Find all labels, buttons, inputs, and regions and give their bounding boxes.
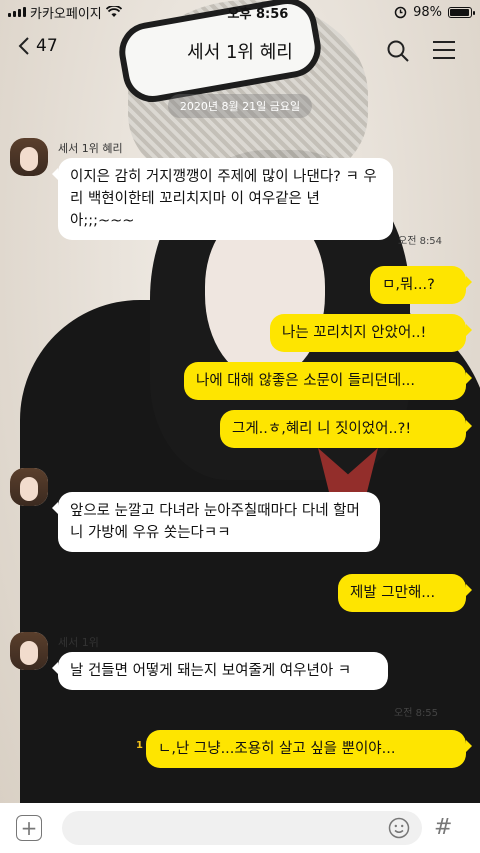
search-icon[interactable]: [385, 38, 411, 64]
wifi-icon: [105, 6, 122, 17]
hash-icon[interactable]: #: [434, 815, 452, 840]
status-right: 98%: [394, 4, 475, 20]
battery-fill: [449, 8, 469, 16]
message-input[interactable]: [62, 811, 422, 845]
message-bubble-outgoing[interactable]: ㄴ,난 그냥...조용히 살고 싶을 뿐이야...: [146, 730, 472, 768]
carrier-label: 카카오페이지: [30, 6, 102, 22]
battery-icon: [447, 6, 475, 18]
status-left: 카카오페이지: [8, 3, 122, 22]
signal-icon: [8, 7, 26, 17]
message-bubble-outgoing[interactable]: 나는 꼬리치지 안았어..!: [270, 314, 472, 352]
message-bubble-outgoing[interactable]: 제발 그만해...: [338, 574, 472, 612]
message-bubble-incoming[interactable]: 이지은 감히 거지깽깽이 주제에 많이 나댄다? ㅋ 우리 백현이한테 꼬리치지…: [52, 158, 393, 240]
unread-indicator: 1: [136, 740, 143, 751]
chat-header: 47 세서 1위 혜리: [0, 26, 480, 76]
message-bubble-outgoing[interactable]: 나에 대해 않좋은 소문이 들리던데...: [184, 362, 472, 400]
alarm-icon: [394, 6, 407, 18]
date-divider: 2020년 8월 21일 금요일: [167, 94, 313, 118]
sender-avatar[interactable]: [10, 632, 48, 670]
input-bar: + #: [0, 803, 480, 853]
battery-percent: 98%: [413, 4, 442, 20]
message-bubble-incoming[interactable]: 날 건들면 어떻게 돼는지 보여줄게 여우년아 ㅋ: [52, 652, 388, 690]
message-bubble-incoming[interactable]: 앞으로 눈깔고 다녀라 눈아주칠때마다 다네 할머니 가방에 우유 쏫는다ㅋㅋ: [52, 492, 380, 552]
message-time: 오전 8:54: [398, 236, 443, 247]
emoji-icon[interactable]: [388, 817, 410, 839]
status-time: 오후 8:56: [227, 6, 289, 22]
status-bar: 카카오페이지 오후 8:56 98%: [0, 0, 480, 24]
message-time: 오전 8:55: [394, 708, 439, 719]
message-bubble-outgoing[interactable]: 그게..ㅎ,혜리 니 짓이었어..?!: [220, 410, 472, 448]
plus-icon[interactable]: +: [16, 815, 42, 841]
sender-name: 세서 1위: [58, 636, 99, 649]
sender-name: 세서 1위 혜리: [58, 142, 123, 155]
menu-icon[interactable]: [432, 40, 456, 60]
message-bubble-outgoing[interactable]: ㅁ,뭐...?: [370, 266, 472, 304]
sender-avatar[interactable]: [10, 468, 48, 506]
sender-avatar[interactable]: [10, 138, 48, 176]
